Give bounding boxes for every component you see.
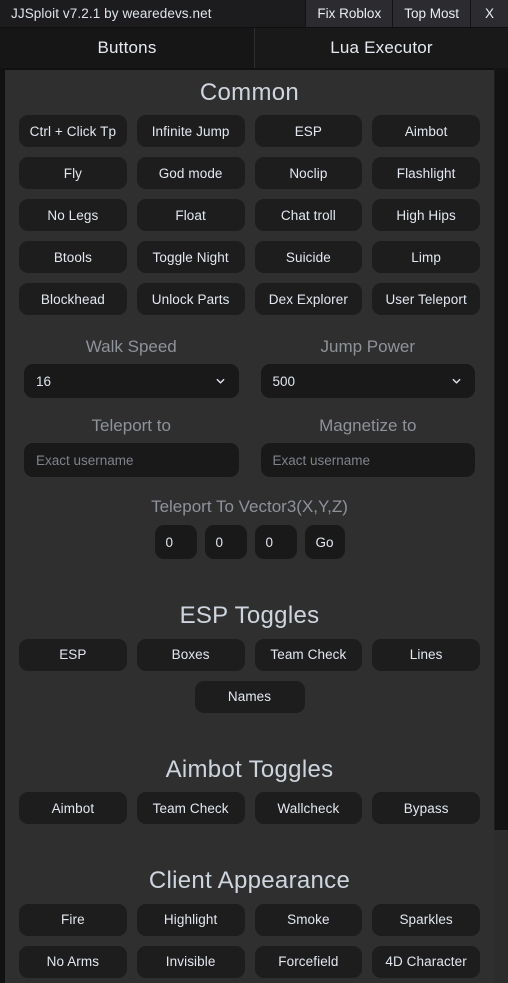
button-ctrl-click-tp[interactable]: Ctrl + Click Tp	[19, 115, 127, 148]
jjsploit-window: JJSploit v7.2.1 by wearedevs.net Fix Rob…	[0, 0, 508, 983]
button-aimbot-bypass[interactable]: Bypass	[372, 792, 480, 825]
button-esp[interactable]: ESP	[254, 115, 363, 148]
button-noclip[interactable]: Noclip	[254, 157, 363, 190]
button-toggle-night[interactable]: Toggle Night	[136, 241, 245, 274]
section-title-client-appearance: Client Appearance	[148, 867, 351, 895]
magnetize-to-label: Magnetize to	[319, 416, 417, 436]
buttons-panel: Common Ctrl + Click Tp Infinite Jump ESP…	[5, 70, 494, 983]
client-appearance-button-grid: Fire Highlight Smoke Sparkles No Arms In…	[19, 903, 480, 978]
button-dex-explorer[interactable]: Dex Explorer	[254, 283, 363, 316]
button-float[interactable]: Float	[136, 199, 245, 232]
button-fire[interactable]: Fire	[19, 903, 127, 936]
esp-button-grid: ESP Boxes Team Check Lines	[19, 638, 480, 671]
button-blockhead[interactable]: Blockhead	[19, 283, 127, 316]
scrollbar-thumb[interactable]	[494, 68, 508, 830]
aimbot-button-grid: Aimbot Team Check Wallcheck Bypass	[19, 792, 480, 825]
vector3-go-button[interactable]: Go	[304, 525, 345, 560]
teleport-to-group: Teleport to	[24, 398, 239, 478]
button-esp-names[interactable]: Names	[194, 680, 305, 713]
section-title-common: Common	[199, 79, 300, 106]
vertical-scrollbar[interactable]	[494, 68, 508, 983]
button-aimbot[interactable]: Aimbot	[372, 115, 480, 148]
tab-lua-executor[interactable]: Lua Executor	[254, 28, 508, 68]
button-unlock-parts[interactable]: Unlock Parts	[136, 283, 245, 316]
vector3-z-input[interactable]	[254, 525, 297, 560]
button-high-hips[interactable]: High Hips	[372, 199, 480, 232]
section-title-esp-toggles: ESP Toggles	[179, 602, 320, 630]
button-sparkles[interactable]: Sparkles	[372, 903, 480, 936]
vector3-y-input[interactable]	[204, 525, 247, 560]
section-aimbot-toggles: Aimbot Toggles Aimbot Team Check Wallche…	[5, 755, 494, 825]
esp-button-grid-second: Names	[19, 680, 480, 713]
jump-power-label: Jump Power	[320, 337, 415, 357]
button-chat-troll[interactable]: Chat troll	[254, 199, 363, 232]
vector3-group: Teleport To Vector3(X,Y,Z) Go	[5, 497, 494, 560]
vector3-x-input[interactable]	[154, 525, 197, 560]
vector3-inputs: Go	[5, 525, 494, 560]
window-title: JJSploit v7.2.1 by wearedevs.net	[11, 6, 212, 21]
scrollbar-track[interactable]	[494, 830, 508, 983]
tab-bar: Buttons Lua Executor	[0, 28, 508, 68]
fix-roblox-button[interactable]: Fix Roblox	[305, 0, 393, 27]
button-esp-boxes[interactable]: Boxes	[136, 638, 245, 671]
section-client-appearance: Client Appearance Fire Highlight Smoke S…	[5, 867, 494, 978]
close-button[interactable]: X	[469, 0, 508, 27]
button-no-arms[interactable]: No Arms	[19, 945, 127, 978]
walk-speed-label: Walk Speed	[85, 337, 177, 357]
titlebar: JJSploit v7.2.1 by wearedevs.net Fix Rob…	[0, 0, 508, 28]
button-user-teleport[interactable]: User Teleport	[372, 283, 480, 316]
button-aimbot-wallcheck[interactable]: Wallcheck	[254, 792, 363, 825]
button-esp-lines[interactable]: Lines	[372, 638, 480, 671]
section-common: Common Ctrl + Click Tp Infinite Jump ESP…	[5, 79, 494, 316]
button-esp-team-check[interactable]: Team Check	[254, 638, 363, 671]
button-infinite-jump[interactable]: Infinite Jump	[136, 115, 245, 148]
jump-power-select[interactable]: 501002003505001000	[260, 364, 475, 399]
button-suicide[interactable]: Suicide	[254, 241, 363, 274]
walk-speed-group: Walk Speed 16203250100200500	[24, 337, 239, 399]
button-aimbot-team-check[interactable]: Team Check	[136, 792, 245, 825]
button-smoke[interactable]: Smoke	[254, 903, 363, 936]
tab-buttons[interactable]: Buttons	[0, 28, 254, 68]
magnetize-to-group: Magnetize to	[260, 398, 475, 478]
button-flashlight[interactable]: Flashlight	[372, 157, 480, 190]
common-button-grid: Ctrl + Click Tp Infinite Jump ESP Aimbot…	[19, 115, 480, 316]
button-fly[interactable]: Fly	[19, 157, 127, 190]
button-limp[interactable]: Limp	[372, 241, 480, 274]
magnetize-to-input[interactable]	[260, 443, 475, 478]
section-esp-toggles: ESP Toggles ESP Boxes Team Check Lines N…	[5, 602, 494, 713]
button-forcefield[interactable]: Forcefield	[254, 945, 363, 978]
walk-speed-select-wrap: 16203250100200500	[24, 364, 239, 399]
button-no-legs[interactable]: No Legs	[19, 199, 127, 232]
button-4d-character[interactable]: 4D Character	[372, 945, 480, 978]
top-most-button[interactable]: Top Most	[392, 0, 470, 27]
field-area: Walk Speed 16203250100200500 Jump Power …	[5, 337, 494, 478]
teleport-to-label: Teleport to	[91, 416, 171, 436]
jump-power-group: Jump Power 501002003505001000	[260, 337, 475, 399]
button-btools[interactable]: Btools	[19, 241, 127, 274]
button-invisible[interactable]: Invisible	[136, 945, 245, 978]
content-area: Common Ctrl + Click Tp Infinite Jump ESP…	[0, 68, 508, 983]
walk-speed-select[interactable]: 16203250100200500	[24, 364, 239, 399]
button-aimbot-toggle[interactable]: Aimbot	[19, 792, 127, 825]
vector3-label: Teleport To Vector3(X,Y,Z)	[151, 497, 348, 517]
teleport-to-input[interactable]	[24, 443, 239, 478]
button-highlight[interactable]: Highlight	[136, 903, 245, 936]
button-god-mode[interactable]: God mode	[136, 157, 245, 190]
section-title-aimbot-toggles: Aimbot Toggles	[165, 755, 334, 783]
button-esp-toggle-esp[interactable]: ESP	[19, 638, 127, 671]
jump-power-select-wrap: 501002003505001000	[260, 364, 475, 399]
